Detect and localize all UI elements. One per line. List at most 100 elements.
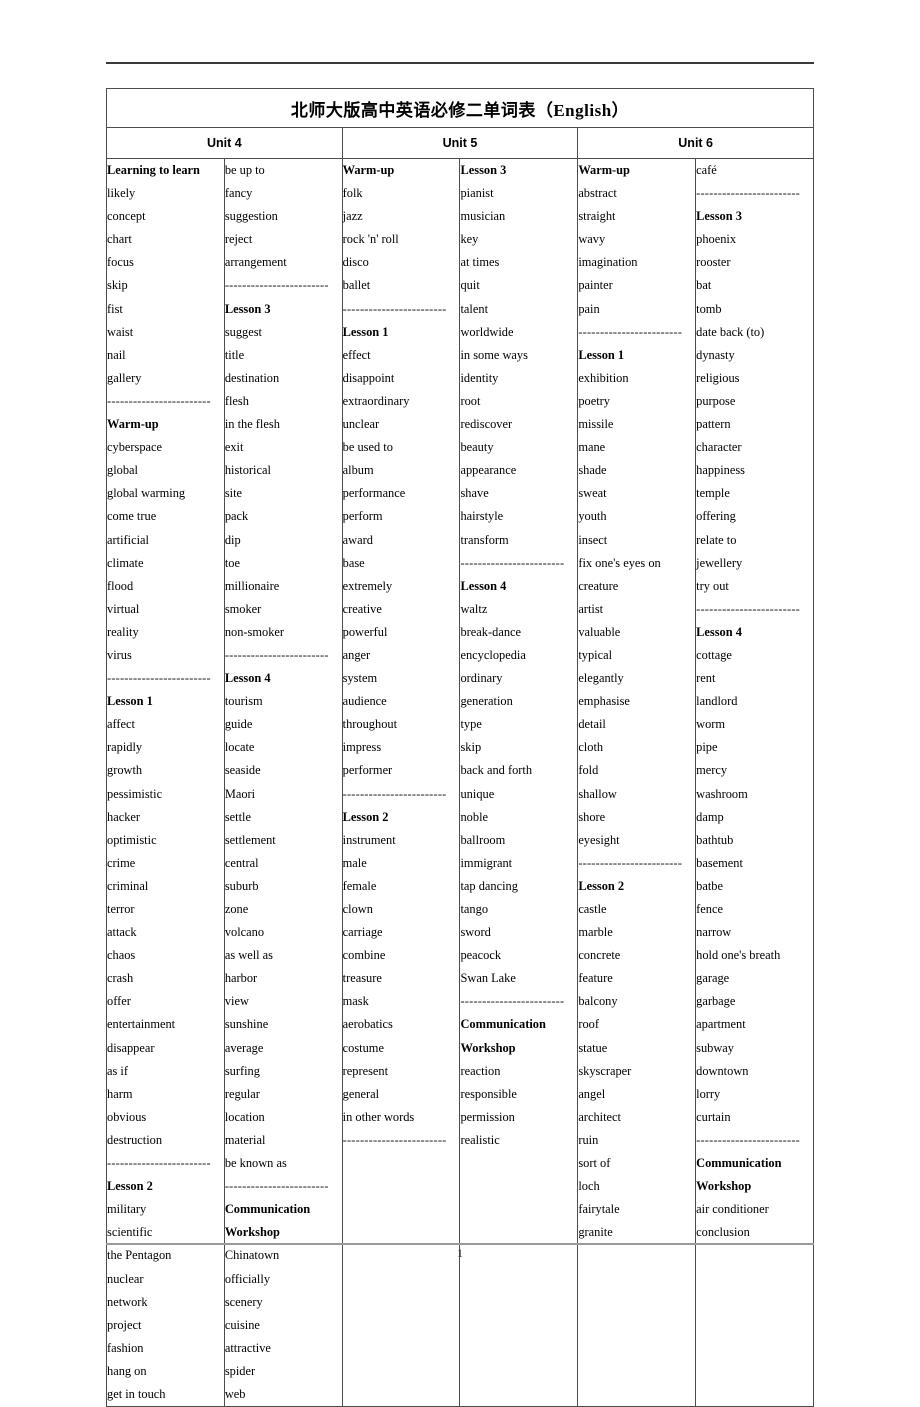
word-entry: male (342, 855, 367, 870)
word-entry: eyesight (578, 832, 620, 847)
word-entry: at times (460, 255, 500, 270)
unit-header-row: Unit 4 Unit 5 Unit 6 (106, 127, 814, 159)
word-entry: attractive (224, 1340, 271, 1355)
footer-divider (106, 1243, 814, 1245)
word-entry: pipe (696, 740, 718, 755)
word-entry: virtual (107, 601, 140, 616)
word-entry: non-smoker (224, 624, 285, 639)
word-entry: valuable (578, 624, 621, 639)
word-entry: tomb (696, 301, 722, 316)
word-entry: entertainment (107, 1017, 176, 1032)
word-entry: rooster (696, 255, 731, 270)
word-entry: arrangement (224, 255, 287, 270)
word-entry: hold one's breath (696, 948, 781, 963)
word-entry: be up to (224, 163, 265, 177)
word-entry: architect (578, 1109, 621, 1124)
section-heading: Warm-up (342, 163, 395, 177)
word-entry: skip (107, 278, 128, 293)
section-heading: Lesson 3 (460, 163, 507, 177)
section-heading: Lesson 1 (342, 324, 389, 339)
word-entry: system (342, 671, 378, 686)
word-entry: cuisine (224, 1317, 260, 1332)
word-entry: project (107, 1317, 142, 1332)
word-entry: treasure (342, 971, 382, 986)
word-entry: gallery (107, 370, 142, 385)
word-entry: talent (460, 301, 489, 316)
word-entry: quit (460, 278, 480, 293)
word-entry: rediscover (460, 417, 513, 432)
word-entry: flesh (224, 393, 249, 408)
table-title-row: 北师大版高中英语必修二单词表（English） (106, 88, 814, 128)
word-entry: folk (342, 186, 363, 201)
word-entry: performance (342, 486, 406, 501)
word-entry: castle (578, 902, 607, 916)
word-entry: scenery (224, 1294, 263, 1309)
word-entry: material (224, 1132, 266, 1147)
word-entry: average (224, 1040, 264, 1055)
word-entry: concept (107, 209, 146, 224)
word-entry: peacock (460, 948, 502, 963)
word-entry: destruction (107, 1132, 163, 1147)
word-entry: extraordinary (342, 393, 410, 408)
word-list: Warm-up folk jazz rock 'n' roll disco ballet -… (343, 159, 460, 1152)
word-entry: bat (696, 278, 712, 293)
word-entry: title (224, 347, 245, 362)
word-entry: encyclopedia (460, 647, 526, 662)
word-entry: climate (107, 555, 144, 570)
word-entry: skyscraper (578, 1063, 632, 1078)
word-entry: offering (696, 509, 736, 524)
word-entry: as well as (224, 948, 273, 963)
word-entry: cyberspace (107, 440, 163, 455)
word-entry: key (460, 232, 479, 247)
word-entry: award (342, 532, 373, 547)
word-list: Warm-up abstract straight wavy imagination pa… (578, 159, 695, 1244)
word-column-unit6-col1: Warm-up abstract straight wavy imagination pa… (577, 157, 697, 1407)
unit-header-unit4: Unit 4 (106, 127, 343, 159)
word-entry: cloth (578, 740, 604, 755)
word-entry: central (224, 855, 259, 870)
word-entry: crime (107, 855, 136, 870)
section-separator: ------------------------ (460, 994, 565, 1009)
word-entry: reaction (460, 1063, 501, 1078)
word-entry: subway (696, 1040, 734, 1055)
word-entry: unclear (342, 417, 380, 432)
word-entry: fancy (224, 186, 253, 201)
word-entry: fold (578, 763, 599, 778)
section-separator: ------------------------ (342, 786, 447, 801)
word-entry: growth (107, 763, 143, 778)
section-heading: Workshop (460, 1040, 516, 1055)
header-divider (106, 62, 814, 64)
word-entry: terror (107, 902, 135, 916)
word-entry: curtain (696, 1109, 731, 1124)
word-entry: in other words (342, 1109, 415, 1124)
word-entry: dip (224, 532, 241, 547)
word-entry: worm (696, 717, 726, 732)
section-heading: Lesson 3 (224, 301, 271, 316)
word-entry: granite (578, 1225, 613, 1240)
word-entry: perform (342, 509, 383, 524)
section-separator: ------------------------ (342, 301, 447, 316)
word-entry: downtown (696, 1063, 749, 1078)
word-entry: transform (460, 532, 509, 547)
word-entry: crash (107, 971, 134, 986)
word-entry: damp (696, 809, 724, 824)
word-entry: youth (578, 509, 607, 524)
word-entry: aerobatics (342, 1017, 393, 1032)
word-entry: air conditioner (696, 1202, 769, 1217)
word-entry: location (224, 1109, 265, 1124)
word-entry: tango (460, 902, 489, 916)
word-entry: destination (224, 370, 280, 385)
word-entry: musician (460, 209, 506, 224)
word-entry: concrete (578, 948, 621, 963)
word-entry: historical (224, 463, 271, 478)
word-entry: wavy (578, 232, 606, 247)
word-entry: generation (460, 694, 513, 709)
word-entry: conclusion (696, 1225, 750, 1240)
word-entry: straight (578, 209, 616, 224)
word-entry: chart (107, 232, 132, 247)
word-entry: abstract (578, 186, 617, 201)
word-entry: loch (578, 1179, 600, 1194)
word-column-unit4-col2: be up to fancy suggestion reject arrangement… (223, 157, 343, 1407)
word-entry: identity (460, 370, 499, 385)
word-entry: fist (107, 301, 123, 316)
